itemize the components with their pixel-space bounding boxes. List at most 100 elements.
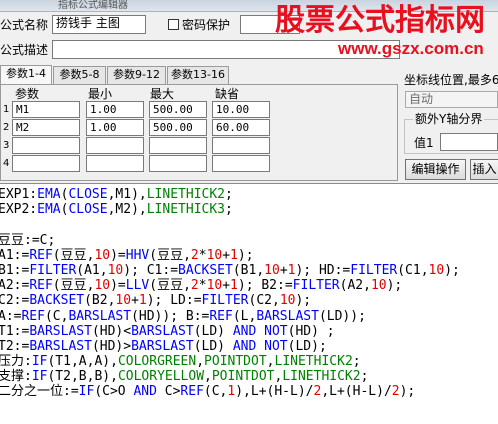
code-function: NOT (264, 338, 288, 354)
param-max-input[interactable]: 500.00 (149, 101, 207, 118)
code-line[interactable]: EXP2:EMA(CLOSE,M2),LINETHICK3; (0, 202, 498, 217)
code-token: ,L+(H-L)/ (321, 384, 392, 400)
code-token: (L, (232, 308, 257, 324)
code-line[interactable]: A:=REF(C,BARSLAST(HD)); B:=REF(L,BARSLAS… (0, 309, 498, 324)
code-function: FILTER (29, 262, 77, 278)
code-function: REF (209, 308, 233, 324)
tab-params-1-4[interactable]: 参数1-4 (0, 65, 52, 84)
formula-name-input[interactable]: 捞钱手 主图 (52, 15, 146, 34)
param-name-input[interactable]: M2 (12, 119, 80, 136)
param-min-input[interactable]: 1.00 (86, 101, 144, 118)
code-function: BARSLAST (29, 338, 92, 354)
code-line[interactable]: B1:=FILTER(A1,10); C1:=BACKSET(B1,10+1);… (0, 263, 498, 278)
code-function: FILTER (292, 278, 340, 294)
value1-input[interactable] (440, 133, 498, 151)
param-name-input[interactable]: M1 (12, 101, 80, 118)
tab-params-13-16[interactable]: 参数13-16 (167, 66, 229, 84)
param-min-input[interactable] (86, 155, 144, 172)
param-max-input[interactable] (149, 137, 207, 154)
code-function: BARSLAST (131, 338, 194, 354)
code-token: T2:= (0, 338, 30, 354)
code-number: 10 (206, 247, 223, 263)
code-line[interactable]: 压力:IF(T1,A,A),COLORGREEN,POINTDOT,LINETH… (0, 354, 498, 369)
code-line[interactable]: C2:=BACKSET(B2,10+1); LD:=FILTER(C2,10); (0, 293, 498, 308)
code-number: 10 (279, 293, 296, 309)
code-token: (A1, (76, 262, 108, 278)
code-number: 1 (230, 278, 238, 294)
code-token: EXP1: (0, 187, 38, 202)
code-number: 10 (94, 278, 111, 294)
code-line[interactable]: 二分之一位:=IF(C>O AND C>REF(C,1),L+(H-L)/2,L… (0, 384, 498, 399)
window-title: 指标公式编辑器 (58, 0, 128, 11)
code-token: ,M2), (107, 202, 147, 218)
code-function: FILTER (350, 262, 398, 278)
code-token: (B1, (232, 262, 265, 278)
param-min-input[interactable]: 1.00 (86, 119, 144, 136)
code-token: + (279, 262, 288, 278)
code-token: (C1, (397, 262, 429, 278)
code-token: ); HD:= (295, 262, 351, 278)
param-row-index: 1 (3, 104, 10, 115)
insert-button[interactable]: 插入 (470, 159, 498, 180)
tab-params-9-12[interactable]: 参数9-12 (107, 66, 166, 84)
password-checkbox[interactable] (168, 19, 179, 30)
param-name-input[interactable] (12, 137, 80, 154)
code-token: , (204, 369, 212, 385)
code-function: CLOSE (68, 202, 108, 218)
code-token: * (198, 278, 207, 294)
param-name-input[interactable] (12, 155, 80, 172)
code-token: (豆豆, (149, 278, 191, 294)
code-function: IF (78, 384, 95, 400)
params-header-max: 最大 (150, 87, 175, 101)
code-function: HHV (125, 247, 150, 263)
code-function: BARSLAST (29, 323, 92, 339)
param-max-input[interactable]: 500.00 (149, 119, 207, 136)
code-token: ); (237, 247, 254, 263)
param-default-input[interactable]: 10.00 (212, 101, 270, 118)
code-function: BARSLAST (256, 308, 319, 324)
code-line[interactable]: EXP1:EMA(CLOSE,M1),LINETHICK2; (0, 187, 498, 202)
code-function: BACKSET (178, 262, 233, 278)
code-line[interactable]: A1:=REF(豆豆,10)=HHV(豆豆,2*10+1); (0, 248, 498, 263)
param-default-input[interactable] (212, 137, 270, 154)
code-function: LLV (125, 278, 150, 294)
formula-code-editor[interactable]: EXP1:EMA(CLOSE,M1),LINETHICK2; EXP2:EMA(… (0, 183, 498, 424)
param-max-input[interactable] (149, 155, 207, 172)
code-number: 10 (94, 247, 111, 263)
param-default-input[interactable]: 60.00 (212, 119, 270, 136)
code-token: (HD) ; (287, 323, 335, 339)
code-line[interactable]: A2:=REF(豆豆,10)=LLV(豆豆,2*10+1); B2:=FILTE… (0, 278, 498, 293)
code-line[interactable]: 支撑:IF(T2,B,B),COLORYELLOW,POINTDOT,LINET… (0, 369, 498, 384)
code-number: 1 (138, 293, 147, 309)
code-token: + (222, 247, 231, 263)
code-line[interactable]: 豆豆:=C; (0, 233, 498, 248)
params-header-min: 最小 (88, 87, 113, 101)
watermark-url: www.gszx.com.cn (338, 39, 484, 58)
edit-operation-button[interactable]: 编辑操作 (405, 159, 466, 180)
param-default-input[interactable] (212, 155, 270, 172)
code-number: 10 (370, 278, 387, 294)
code-token: ; (225, 202, 233, 218)
code-token: ; (225, 187, 233, 202)
code-function: NOT (264, 323, 288, 339)
value1-label: 值1 (414, 136, 434, 150)
code-token: (豆豆, (52, 278, 95, 294)
code-function: AND (232, 338, 257, 354)
code-number: 2 (190, 247, 199, 263)
axis-position-select[interactable]: 自动 (405, 91, 498, 108)
code-token: (LD) (193, 338, 233, 354)
code-token: )= (110, 247, 126, 263)
param-min-input[interactable] (86, 137, 144, 154)
code-token: (T2,B,B), (47, 369, 118, 385)
tab-params-5-8[interactable]: 参数5-8 (53, 66, 106, 84)
code-line[interactable]: T2:=BARSLAST(HD)>BARSLAST(LD) AND NOT(LD… (0, 339, 498, 354)
params-header-name: 参数 (15, 87, 40, 101)
axis-position-label: 坐标线位置,最多6 (404, 73, 498, 87)
code-token: (LD)); (318, 308, 366, 324)
code-line[interactable] (0, 217, 498, 232)
code-function: REF (29, 278, 53, 294)
code-line[interactable]: T1:=BARSLAST(HD)<BARSLAST(LD) AND NOT(HD… (0, 324, 498, 339)
code-draw-attr: LINETHICK2 (282, 369, 361, 385)
code-token: (C, (203, 384, 228, 400)
